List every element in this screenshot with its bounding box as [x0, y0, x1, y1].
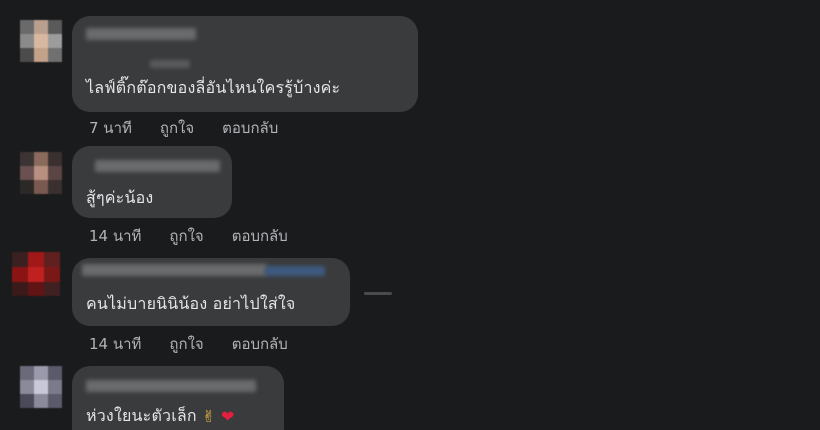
like-button[interactable]: ถูกใจ: [169, 224, 203, 248]
reply-button[interactable]: ตอบกลับ: [232, 332, 288, 356]
reply-button[interactable]: ตอบกลับ: [222, 116, 278, 140]
divider: [364, 292, 392, 295]
comment-time[interactable]: 14 นาที: [89, 224, 141, 248]
comment-time[interactable]: 14 นาที: [89, 332, 141, 356]
avatar[interactable]: [12, 252, 60, 296]
author-name[interactable]: [82, 264, 267, 276]
comment-actions: 14 นาที ถูกใจ ตอบกลับ: [89, 332, 288, 356]
avatar[interactable]: [20, 20, 62, 62]
author-name[interactable]: [86, 380, 256, 392]
author-name[interactable]: [86, 28, 196, 40]
comment-text-body: ห่วงใยนะตัวเล็ก: [86, 406, 197, 425]
victory-hand-icon: ✌: [202, 407, 216, 426]
like-button[interactable]: ถูกใจ: [160, 116, 194, 140]
reply-button[interactable]: ตอบกลับ: [232, 224, 288, 248]
comments-feed: ไลฟ์ติ๊กต๊อกของลี่อันไหนใครรู้บ้างค่ะ 7 …: [0, 0, 820, 430]
avatar[interactable]: [20, 152, 62, 194]
author-name-extra: [150, 60, 190, 68]
comment-actions: 14 นาที ถูกใจ ตอบกลับ: [89, 224, 288, 248]
comment-text: ห่วงใยนะตัวเล็ก ✌ ❤: [86, 404, 235, 429]
comment-actions: 7 นาที ถูกใจ ตอบกลับ: [89, 116, 278, 140]
comment-time[interactable]: 7 นาที: [89, 116, 132, 140]
avatar[interactable]: [20, 366, 62, 408]
author-name-extra: [265, 266, 325, 276]
like-button[interactable]: ถูกใจ: [169, 332, 203, 356]
comment-text: สู้ๆค่ะน้อง: [86, 188, 154, 207]
author-name[interactable]: [95, 160, 220, 172]
comment-text: ไลฟ์ติ๊กต๊อกของลี่อันไหนใครรู้บ้างค่ะ: [86, 78, 341, 97]
comment-text: คนไม่บายนินิน้อง อย่าไปใส่ใจ: [86, 294, 296, 313]
red-heart-icon: ❤: [221, 407, 235, 426]
